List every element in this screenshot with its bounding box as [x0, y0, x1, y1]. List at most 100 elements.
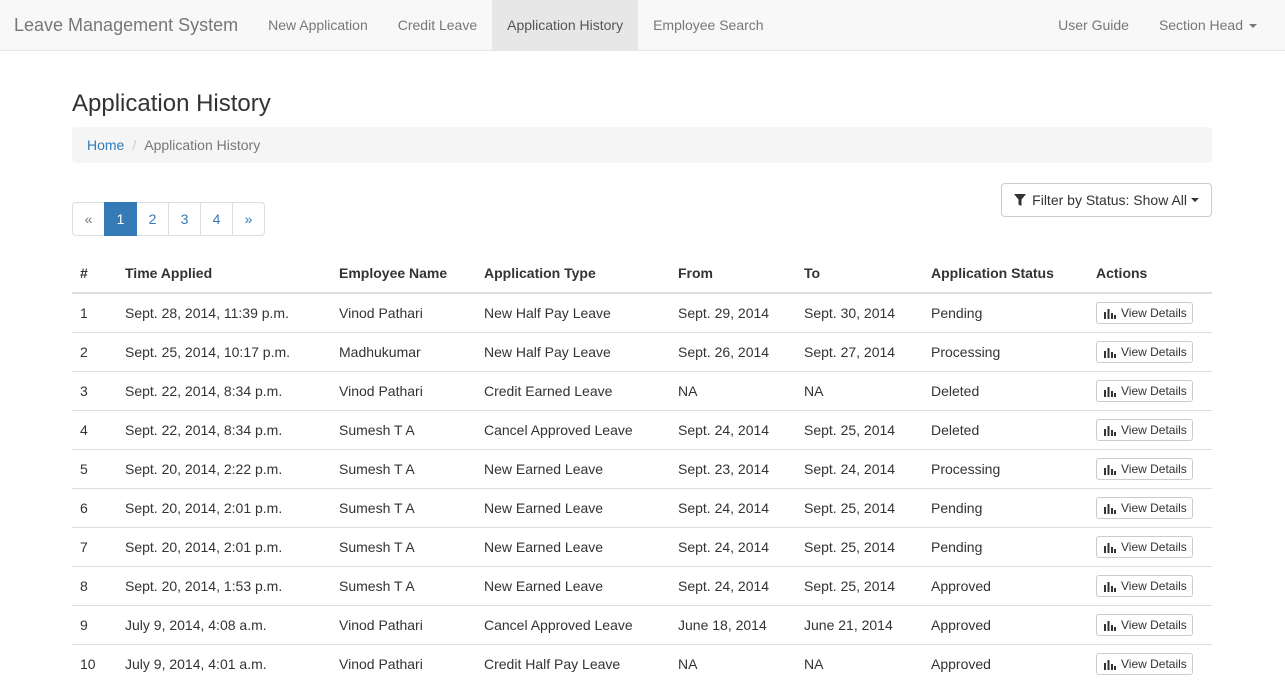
pagination-page-1[interactable]: 1 [104, 202, 137, 236]
cell-employee-name: Vinod Pathari [331, 370, 476, 410]
view-details-label: View Details [1121, 344, 1187, 359]
table-row: 9 July 9, 2014, 4:08 a.m. Vinod Pathari … [72, 604, 1212, 644]
col-header-num: # [72, 254, 117, 294]
cell-time-applied: July 9, 2014, 4:08 a.m. [117, 604, 331, 644]
cell-application-type: New Earned Leave [476, 526, 670, 566]
pagination-next[interactable]: » [232, 202, 265, 236]
view-details-button[interactable]: View Details [1096, 340, 1193, 363]
bar-chart-icon [1104, 308, 1116, 319]
cell-to: Sept. 27, 2014 [796, 331, 923, 371]
view-details-label: View Details [1121, 656, 1187, 671]
view-details-label: View Details [1121, 617, 1187, 632]
bar-chart-icon [1104, 464, 1116, 475]
table-row: 4 Sept. 22, 2014, 8:34 p.m. Sumesh T A C… [72, 409, 1212, 449]
user-menu-dropdown[interactable]: Section Head [1144, 0, 1272, 50]
cell-to: Sept. 25, 2014 [796, 565, 923, 605]
table-row: 5 Sept. 20, 2014, 2:22 p.m. Sumesh T A N… [72, 448, 1212, 488]
cell-num: 8 [72, 565, 117, 605]
view-details-button[interactable]: View Details [1096, 652, 1193, 675]
cell-employee-name: Madhukumar [331, 331, 476, 371]
bar-chart-icon [1104, 620, 1116, 631]
pagination-prev[interactable]: « [72, 202, 105, 236]
pagination-page-2[interactable]: 2 [136, 202, 169, 236]
cell-actions: View Details [1088, 526, 1212, 566]
pagination-page-4[interactable]: 4 [200, 202, 233, 236]
cell-to: Sept. 25, 2014 [796, 526, 923, 566]
nav-employee-search[interactable]: Employee Search [638, 0, 779, 50]
view-details-button[interactable]: View Details [1096, 418, 1193, 441]
cell-application-status: Pending [923, 526, 1088, 566]
view-details-label: View Details [1121, 422, 1187, 437]
user-menu-label: Section Head [1158, 17, 1243, 33]
nav-user-guide[interactable]: User Guide [1043, 0, 1144, 50]
col-header-time-applied: Time Applied [117, 254, 331, 294]
application-history-table: # Time Applied Employee Name Application… [72, 254, 1212, 683]
view-details-label: View Details [1121, 461, 1187, 476]
view-details-button[interactable]: View Details [1096, 574, 1193, 597]
brand-link[interactable]: Leave Management System [0, 0, 253, 50]
cell-time-applied: Sept. 22, 2014, 8:34 p.m. [117, 370, 331, 410]
top-navbar: Leave Management System New Application … [0, 0, 1285, 51]
cell-actions: View Details [1088, 604, 1212, 644]
filter-icon [1014, 193, 1027, 206]
cell-from: June 18, 2014 [670, 604, 796, 644]
cell-time-applied: July 9, 2014, 4:01 a.m. [117, 643, 331, 683]
nav-left-menu: New Application Credit Leave Application… [253, 0, 778, 50]
cell-to: NA [796, 643, 923, 683]
view-details-button[interactable]: View Details [1096, 535, 1193, 558]
cell-application-type: New Half Pay Leave [476, 292, 670, 332]
view-details-label: View Details [1121, 539, 1187, 554]
pagination-page-3[interactable]: 3 [168, 202, 201, 236]
bar-chart-icon [1104, 347, 1116, 358]
cell-from: Sept. 23, 2014 [670, 448, 796, 488]
cell-from: Sept. 26, 2014 [670, 331, 796, 371]
view-details-button[interactable]: View Details [1096, 496, 1193, 519]
view-details-button[interactable]: View Details [1096, 301, 1193, 324]
cell-application-type: New Earned Leave [476, 487, 670, 527]
cell-to: June 21, 2014 [796, 604, 923, 644]
cell-employee-name: Sumesh T A [331, 487, 476, 527]
cell-application-status: Deleted [923, 370, 1088, 410]
cell-actions: View Details [1088, 643, 1212, 683]
cell-application-type: New Half Pay Leave [476, 331, 670, 371]
table-body: 1 Sept. 28, 2014, 11:39 p.m. Vinod Patha… [72, 292, 1212, 683]
filter-status-label: Filter by Status: Show All [1032, 192, 1187, 208]
cell-to: Sept. 25, 2014 [796, 487, 923, 527]
nav-application-history[interactable]: Application History [492, 0, 639, 50]
cell-employee-name: Vinod Pathari [331, 604, 476, 644]
nav-credit-leave[interactable]: Credit Leave [383, 0, 492, 50]
view-details-button[interactable]: View Details [1096, 457, 1193, 480]
cell-from: Sept. 24, 2014 [670, 526, 796, 566]
cell-application-status: Pending [923, 292, 1088, 332]
cell-application-status: Approved [923, 604, 1088, 644]
caret-down-icon [1249, 24, 1257, 29]
table-row: 1 Sept. 28, 2014, 11:39 p.m. Vinod Patha… [72, 292, 1212, 332]
caret-down-icon [1191, 198, 1199, 202]
cell-actions: View Details [1088, 487, 1212, 527]
cell-time-applied: Sept. 20, 2014, 2:01 p.m. [117, 526, 331, 566]
cell-time-applied: Sept. 20, 2014, 2:22 p.m. [117, 448, 331, 488]
cell-actions: View Details [1088, 292, 1212, 332]
cell-employee-name: Sumesh T A [331, 409, 476, 449]
filter-status-dropdown[interactable]: Filter by Status: Show All [1001, 183, 1212, 217]
cell-num: 4 [72, 409, 117, 449]
nav-new-application[interactable]: New Application [253, 0, 383, 50]
view-details-button[interactable]: View Details [1096, 379, 1193, 402]
view-details-label: View Details [1121, 383, 1187, 398]
breadcrumb: Home / Application History [72, 127, 1212, 163]
col-header-from: From [670, 254, 796, 294]
cell-employee-name: Sumesh T A [331, 448, 476, 488]
breadcrumb-home-link[interactable]: Home [87, 137, 124, 153]
cell-to: NA [796, 370, 923, 410]
col-header-application-type: Application Type [476, 254, 670, 294]
bar-chart-icon [1104, 659, 1116, 670]
cell-num: 2 [72, 331, 117, 371]
cell-time-applied: Sept. 25, 2014, 10:17 p.m. [117, 331, 331, 371]
cell-application-type: Credit Earned Leave [476, 370, 670, 410]
cell-from: NA [670, 643, 796, 683]
main-container: Application History Home / Application H… [72, 51, 1212, 683]
nav-right-menu: User Guide Section Head [1043, 0, 1285, 50]
view-details-button[interactable]: View Details [1096, 613, 1193, 636]
bar-chart-icon [1104, 503, 1116, 514]
table-row: 6 Sept. 20, 2014, 2:01 p.m. Sumesh T A N… [72, 487, 1212, 527]
